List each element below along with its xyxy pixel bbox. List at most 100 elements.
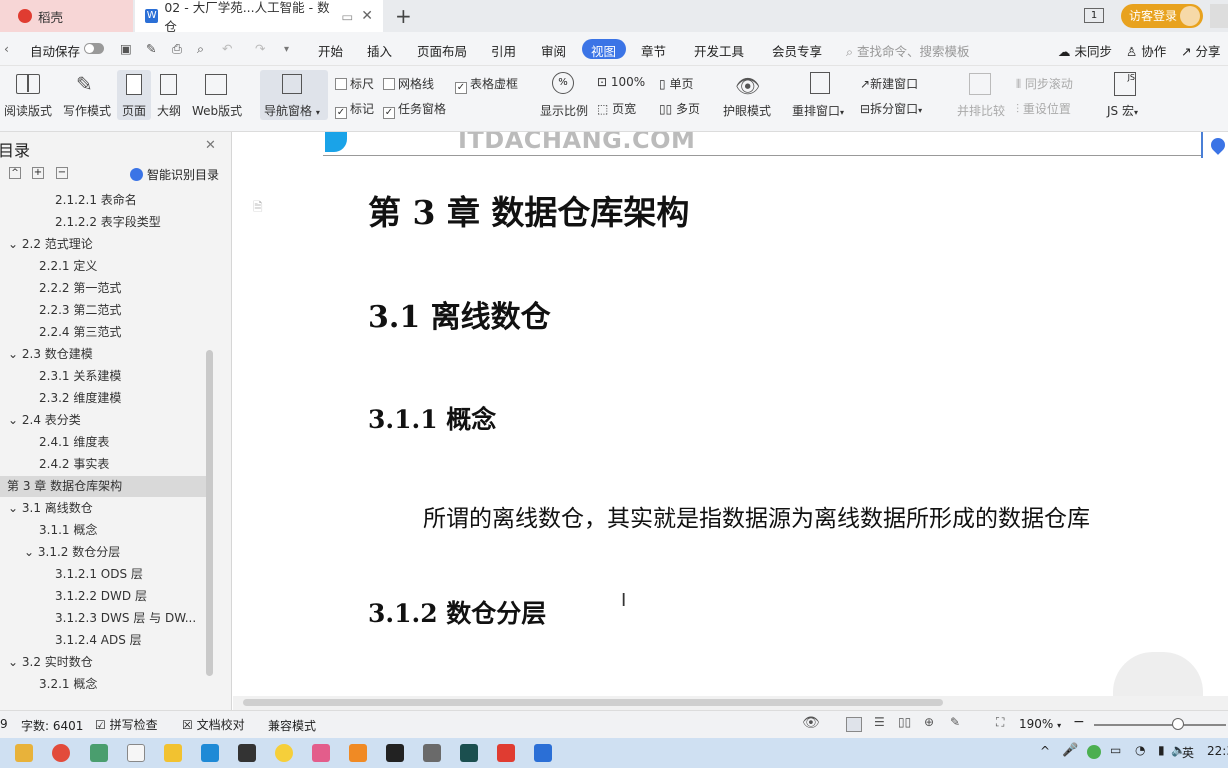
command-search[interactable]: ⌕ 查找命令、搜索模板 [846,41,970,60]
toc-item[interactable]: 2.1.2.2 表字段类型 [55,211,161,233]
quick-access-dropdown-icon[interactable]: ▾ [284,44,289,55]
battery-icon[interactable]: ▮ [1158,743,1165,757]
zoom-100-button[interactable]: ⊡ 100% [597,75,645,89]
collab-button[interactable]: ♙ 协作 [1126,41,1166,60]
rearrange-window-button[interactable]: 重排窗口▾ [792,102,844,119]
split-window-button[interactable]: ⊟拆分窗口▾ [860,100,922,117]
toc-item[interactable]: 3.2.1 概念 [39,673,97,695]
menu-start[interactable]: 开始 [318,41,343,60]
format-painter-icon[interactable]: ✎ [146,41,156,56]
menu-layout[interactable]: 页面布局 [417,41,467,60]
menu-review[interactable]: 审阅 [541,41,566,60]
app-icon[interactable] [460,744,478,762]
app-icon[interactable] [201,744,219,762]
toc-item[interactable]: ⌄ 3.1.2 数仓分层 [24,541,120,563]
wps-icon[interactable] [497,744,515,762]
toc-item[interactable]: 3.1.2.3 DWS 层 与 DW... [55,607,196,629]
expand-icon[interactable]: + [32,167,44,179]
clock[interactable]: 22:3 [1207,744,1228,758]
single-page-button[interactable]: ▯ 单页 [659,75,693,92]
page-view-status-icon[interactable] [846,717,862,732]
scroll-thumb[interactable] [243,699,943,706]
tab-daoke[interactable]: 稻壳 [0,0,133,32]
zoom-level[interactable]: 190% ▾ [1019,717,1061,731]
web-layout-button[interactable]: Web版式 [192,102,242,119]
window-controls[interactable] [1210,4,1228,28]
mark-checkbox[interactable]: ✓ 标记 [335,100,374,119]
menu-chapter[interactable]: 章节 [641,41,666,60]
sync-scroll-button[interactable]: ⫴ 同步滚动 [1016,75,1073,92]
eye-mode-button[interactable]: 护眼模式 [723,102,771,119]
proofread-button[interactable]: ☒ 文档校对 [182,716,245,733]
print-preview-icon[interactable]: ⌕ [197,41,204,57]
toc-item[interactable]: 2.3.2 维度建模 [39,387,121,409]
print-icon[interactable]: ⎙ [172,41,182,57]
autosave-toggle[interactable] [84,43,104,54]
file-explorer-icon[interactable] [15,744,33,762]
mf-icon[interactable] [164,744,182,762]
close-tab-icon[interactable]: ✕ [361,8,373,24]
page-number[interactable]: 9 [0,717,8,731]
task-pane-checkbox[interactable]: ✓ 任务窗格 [383,100,446,119]
sidebar-scrollbar[interactable] [206,350,213,676]
login-button[interactable]: 访客登录 [1121,4,1203,28]
new-tab-button[interactable]: + [395,4,412,28]
side-by-side-button[interactable]: 并排比较 [957,102,1005,119]
nav-pane-button[interactable]: 导航窗格 ▾ [264,102,320,119]
back-icon[interactable]: ‹ [4,41,9,56]
outline-status-icon[interactable]: ☰ [874,715,885,729]
toc-item[interactable]: 3.1.1 概念 [39,519,97,541]
sync-status[interactable]: ☁ 未同步 [1058,41,1112,60]
zoom-slider-thumb[interactable] [1172,718,1184,730]
eye-icon[interactable]: 👁 [802,715,820,731]
zoom-slider-track[interactable] [1094,724,1226,726]
tray-icon[interactable]: ▭ [1110,743,1121,757]
network-icon[interactable]: ◔ [1135,743,1145,757]
window-count-badge[interactable]: 1 [1084,8,1104,23]
page-view-button[interactable]: 页面 [122,102,146,119]
app-icon[interactable] [90,744,108,762]
share-button[interactable]: ↗ 分享 [1181,41,1220,60]
app-icon[interactable] [349,744,367,762]
toc-item[interactable]: 2.3.1 关系建模 [39,365,121,387]
toc-item[interactable]: ⌄ 3.1 离线数仓 [8,497,93,519]
redo-icon[interactable]: ↷ [255,41,265,56]
js-macro-button[interactable]: JS 宏▾ [1107,102,1138,119]
save-icon[interactable]: ▣ [120,41,132,56]
app-icon[interactable] [534,744,552,762]
emoji-icon[interactable] [275,744,293,762]
paragraph-mark-icon[interactable]: 🗎 [253,198,267,214]
table-frame-checkbox[interactable]: ✓ 表格虚框 [455,75,518,94]
spell-check-button[interactable]: ☑ 拼写检查 [95,716,158,733]
location-pin-icon[interactable] [1208,135,1228,155]
undo-icon[interactable]: ↶ [222,41,232,56]
microphone-icon[interactable]: 🎤 [1062,743,1078,758]
toc-item[interactable]: ⌄ 2.4 表分类 [8,409,81,431]
menu-reference[interactable]: 引用 [491,41,516,60]
collapse-icon[interactable]: − [56,167,68,179]
menu-developer[interactable]: 开发工具 [694,41,744,60]
toc-item[interactable]: 3.1.2.4 ADS 层 [55,629,142,651]
tab-document[interactable]: W 02 - 大厂学苑...人工智能 - 数仓 ▭ ✕ [135,0,383,34]
zoom-out-icon[interactable]: − [1073,714,1085,730]
ruler-checkbox[interactable]: 标尺 [335,75,374,92]
smart-toc-button[interactable]: 智能识别目录 [130,166,219,183]
app-icon[interactable] [312,744,330,762]
gridline-checkbox[interactable]: 网格线 [383,75,434,92]
new-window-button[interactable]: ↗新建窗口 [860,75,918,92]
toc-item[interactable]: 2.4.2 事实表 [39,453,109,475]
app-icon[interactable] [423,744,441,762]
horizontal-scrollbar[interactable] [233,696,1228,710]
ime-indicator[interactable]: 英 [1182,744,1194,761]
toc-item[interactable]: 2.2.4 第三范式 [39,321,121,343]
collapse-all-icon[interactable]: ^ [9,167,21,179]
write-mode-button[interactable]: 写作模式 [63,102,111,119]
toc-item[interactable]: 3.1.2.1 ODS 层 [55,563,143,585]
tray-expand-icon[interactable]: ^ [1040,744,1050,758]
toc-item[interactable]: ⌄ 2.3 数仓建模 [8,343,93,365]
menu-member[interactable]: 会员专享 [772,41,822,60]
toc-item-selected[interactable]: 第 3 章 数据仓库架构 [7,475,122,497]
chrome-icon[interactable] [52,744,70,762]
close-icon[interactable]: ✕ [205,138,216,153]
toc-item[interactable]: 2.4.1 维度表 [39,431,109,453]
